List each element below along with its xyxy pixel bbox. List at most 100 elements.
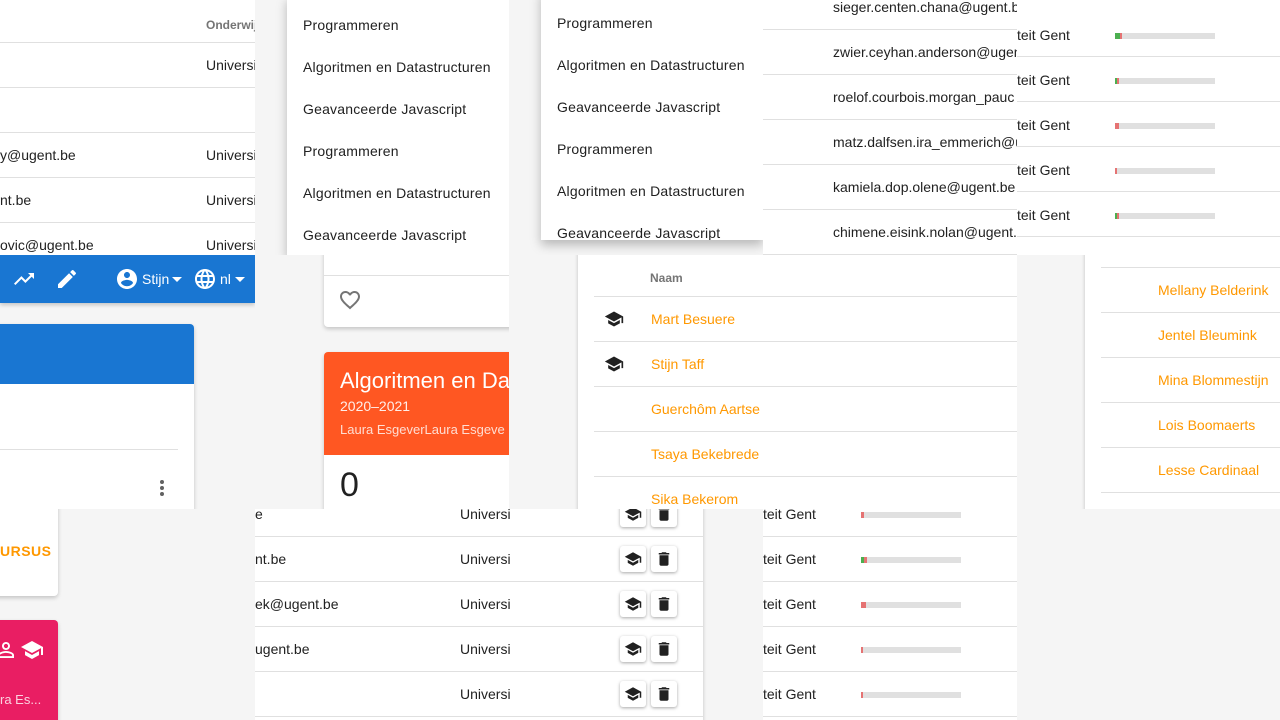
user-email: y@ugent.be — [0, 147, 76, 163]
table-row[interactable]: Guerchôm Aartse — [594, 387, 1017, 432]
menu-item-course[interactable]: Algoritmen en Datastructuren — [287, 172, 509, 214]
table-row[interactable]: teit Gent — [763, 509, 1017, 537]
table-row[interactable] — [0, 88, 255, 133]
make-teacher-button[interactable] — [620, 636, 646, 662]
table-row[interactable]: sieger.centen.chana@ugent.b — [763, 0, 1017, 30]
user-menu-button[interactable]: Stijn — [115, 267, 183, 291]
delete-button[interactable] — [651, 681, 677, 707]
table-row[interactable]: matz.dalfsen.ira_emmerich@u — [763, 120, 1017, 165]
make-teacher-button[interactable] — [620, 509, 646, 527]
table-row[interactable]: nt.be Universi — [255, 537, 703, 582]
language-menu-button[interactable]: nl — [193, 267, 245, 291]
member-name[interactable]: Guerchôm Aartse — [651, 401, 760, 417]
table-row[interactable]: Universi — [255, 672, 703, 717]
user-email: sieger.centen.chana@ugent.b — [833, 0, 1017, 15]
menu-item-course[interactable]: Geavanceerde Javascript — [287, 214, 509, 255]
table-row[interactable]: Mina Blommestijn — [1101, 358, 1280, 403]
person-outline-icon[interactable] — [0, 638, 18, 662]
delete-button[interactable] — [651, 546, 677, 572]
table-row[interactable]: Mart Besuere — [594, 297, 1017, 342]
trending-up-icon[interactable] — [12, 267, 36, 291]
menu-item-course[interactable]: Geavanceerde Javascript — [541, 212, 763, 240]
column-header-institution: Onderwijs — [206, 18, 255, 32]
user-email: nt.be — [255, 551, 287, 567]
course-title: Algoritmen en Da — [340, 368, 509, 393]
table-row[interactable]: chimene.eisink.nolan@ugent. — [763, 210, 1017, 255]
school-icon — [604, 309, 624, 329]
menu-item-course[interactable]: Algoritmen en Datastructuren — [541, 44, 763, 86]
menu-item-course[interactable]: Programmeren — [287, 4, 509, 46]
delete-button[interactable] — [651, 636, 677, 662]
member-name[interactable]: Mart Besuere — [651, 311, 735, 327]
make-teacher-button[interactable] — [620, 591, 646, 617]
table-row[interactable]: teit Gent — [763, 537, 1017, 582]
menu-item-course[interactable]: Programmeren — [287, 130, 509, 172]
course-card-orange[interactable]: Algoritmen en Da 2020–2021 Laura Esgever… — [324, 352, 509, 509]
table-row[interactable]: zwier.ceyhan.anderson@ugent — [763, 30, 1017, 75]
emails-table-top: sieger.centen.chana@ugent.b zwier.ceyhan… — [763, 0, 1017, 255]
table-row[interactable]: kamiela.dop.olene@ugent.be — [763, 165, 1017, 210]
menu-item-course[interactable]: Programmeren — [541, 128, 763, 170]
course-link[interactable]: URSUS — [0, 543, 52, 559]
table-row[interactable]: teit Gent — [1017, 102, 1280, 147]
member-name[interactable]: Lesse Cardinaal — [1158, 462, 1259, 478]
menu-item-course[interactable]: Programmeren — [541, 2, 763, 44]
dashboard-panel: Stijn nl — [0, 255, 255, 509]
course-dropdown-menu: Programmeren Algoritmen en Datastructure… — [287, 0, 509, 255]
table-row[interactable]: teit Gent — [1017, 192, 1280, 237]
table-row[interactable]: nt.be Universi — [0, 178, 255, 223]
member-name[interactable]: Mellany Belderink — [1158, 282, 1269, 298]
heart-outline-icon[interactable] — [338, 288, 362, 312]
menu-item-course[interactable]: Geavanceerde Javascript — [287, 88, 509, 130]
table-row[interactable]: Lesse Cardinaal — [1101, 448, 1280, 493]
table-row[interactable]: ugent.be Universi — [255, 627, 703, 672]
table-row[interactable]: teit Gent — [1017, 12, 1280, 57]
make-teacher-button[interactable] — [620, 681, 646, 707]
table-row[interactable]: teit Gent — [1017, 57, 1280, 102]
table-row[interactable]: Universi — [0, 43, 255, 88]
table-row[interactable]: Jentel Bleumink — [1101, 313, 1280, 358]
member-name[interactable]: Mina Blommestijn — [1158, 372, 1268, 388]
table-row[interactable]: teit Gent — [763, 672, 1017, 717]
menu-item-course[interactable]: Algoritmen en Datastructuren — [287, 46, 509, 88]
school-icon[interactable] — [20, 638, 44, 662]
user-email: roelof.courbois.morgan_pauc — [833, 89, 1015, 105]
trash-icon — [658, 509, 670, 521]
delete-button[interactable] — [651, 509, 677, 527]
progress-table-top: teit Gent teit Gent teit Gent teit Gent … — [1017, 0, 1280, 255]
table-row[interactable]: Stijn Taff — [594, 342, 1017, 387]
member-name[interactable]: Tsaya Bekebrede — [651, 446, 759, 462]
table-row[interactable]: Mellany Belderink — [1101, 268, 1280, 313]
user-institution: Universi — [460, 686, 511, 702]
table-row[interactable]: ovic@ugent.be Universi — [0, 223, 255, 255]
table-row[interactable]: Lois Boomaerts — [1101, 403, 1280, 448]
course-card-pink[interactable]: ra Es... — [0, 620, 58, 720]
names-card: Mellany Belderink Jentel Bleumink Mina B… — [1085, 255, 1280, 509]
account-circle-icon — [115, 267, 139, 291]
table-row[interactable]: roelof.courbois.morgan_pauc — [763, 75, 1017, 120]
menu-item-course[interactable]: Geavanceerde Javascript — [541, 86, 763, 128]
table-row[interactable]: e Universi — [255, 509, 703, 537]
member-name[interactable]: Lois Boomaerts — [1158, 417, 1255, 433]
school-icon — [624, 552, 642, 566]
delete-button[interactable] — [651, 591, 677, 617]
table-row[interactable]: teit Gent — [1017, 147, 1280, 192]
user-email: e — [255, 509, 263, 522]
empty-panel — [1017, 509, 1280, 720]
menu-item-course[interactable]: Algoritmen en Datastructuren — [541, 170, 763, 212]
user-email: ovic@ugent.be — [0, 237, 94, 253]
more-vert-icon[interactable] — [150, 476, 174, 500]
pencil-icon[interactable] — [55, 267, 79, 291]
table-row[interactable]: Tsaya Bekebrede — [594, 432, 1017, 477]
member-name[interactable]: Sika Bekerom — [651, 491, 738, 507]
make-teacher-button[interactable] — [620, 546, 646, 572]
course-year: 2020–2021 — [340, 398, 411, 414]
user-email: ek@ugent.be — [255, 596, 339, 612]
table-row[interactable]: teit Gent — [763, 627, 1017, 672]
table-row[interactable]: y@ugent.be Universi — [0, 133, 255, 178]
member-name[interactable]: Stijn Taff — [651, 356, 704, 372]
table-row[interactable]: teit Gent — [763, 582, 1017, 627]
table-row[interactable]: Sika Bekerom — [594, 477, 1017, 509]
table-row[interactable]: ek@ugent.be Universi — [255, 582, 703, 627]
member-name[interactable]: Jentel Bleumink — [1158, 327, 1257, 343]
